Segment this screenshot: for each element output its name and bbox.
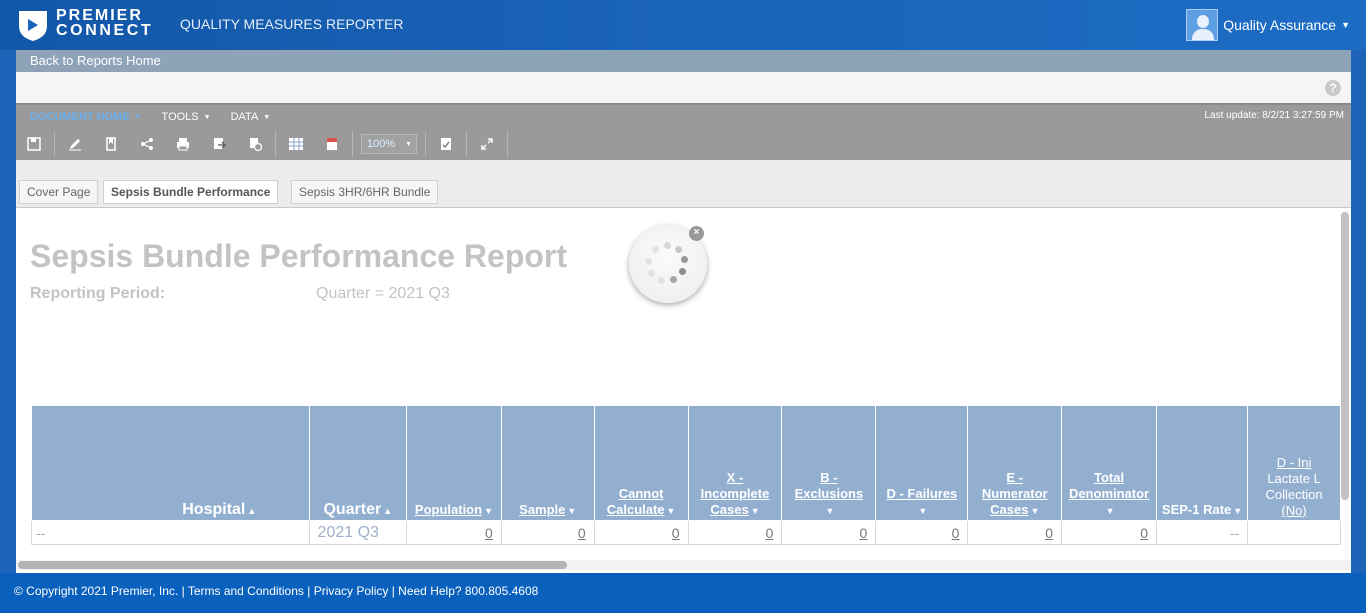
cell-population[interactable]: 0	[406, 520, 502, 545]
share-icon[interactable]	[129, 128, 165, 160]
top-header: PREMIER CONNECT QUALITY MEASURES REPORTE…	[0, 0, 1366, 50]
pdf-icon[interactable]	[314, 128, 350, 160]
menu-data[interactable]: DATA ▼	[221, 111, 281, 123]
sort-desc-icon: ▼	[484, 506, 493, 516]
refresh-icon[interactable]	[428, 128, 464, 160]
cell-hospital: --	[31, 520, 310, 545]
back-to-reports-link[interactable]: Back to Reports Home	[16, 50, 1351, 72]
terms-link[interactable]: Terms and Conditions	[188, 584, 304, 598]
cell-failures[interactable]: 0	[875, 520, 969, 545]
col-initial-lactate-collection[interactable]: D - Ini Lactate L Collection (No)	[1247, 405, 1341, 521]
cell-exclusions[interactable]: 0	[781, 520, 877, 545]
tab-sepsis-3hr-6hr-bundle[interactable]: Sepsis 3HR/6HR Bundle	[291, 180, 439, 204]
menu-document-home[interactable]: DOCUMENT HOME ▼	[16, 111, 152, 123]
report-table: Hospital ▲ Quarter ▲ Population ▼ Sample ▼ C…	[31, 405, 1341, 545]
print-icon[interactable]	[165, 128, 201, 160]
report-tabs: Cover Page Sepsis Bundle Performance Sep…	[16, 160, 1351, 208]
export-icon[interactable]	[201, 128, 237, 160]
chevron-down-icon: ▼	[1341, 20, 1350, 30]
copyright-text: © Copyright 2021 Premier, Inc.	[14, 584, 179, 598]
app-name: QUALITY MEASURES REPORTER	[180, 16, 404, 32]
horizontal-scrollbar[interactable]	[16, 560, 1351, 570]
sort-desc-icon: ▼	[1233, 506, 1243, 516]
cell-incomplete-cases[interactable]: 0	[687, 520, 783, 545]
col-failures[interactable]: D - Failures ▼	[875, 405, 969, 521]
col-numerator-cases[interactable]: E - Numerator Cases ▼	[967, 405, 1063, 521]
menu-bar: DOCUMENT HOME ▼ TOOLS ▼ DATA ▼ Last update:…	[16, 103, 1351, 128]
user-menu[interactable]: Quality Assurance ▼	[1186, 8, 1350, 42]
cell-total-denominator[interactable]: 0	[1061, 520, 1158, 545]
footer: © Copyright 2021 Premier, Inc. | Terms a…	[0, 573, 1366, 613]
privacy-link[interactable]: Privacy Policy	[314, 584, 389, 598]
col-sep1-rate[interactable]: SEP-1 Rate ▼	[1156, 405, 1249, 521]
fullscreen-icon[interactable]	[469, 128, 505, 160]
user-name: Quality Assurance	[1223, 17, 1337, 33]
zoom-value: 100%	[367, 138, 396, 150]
premier-logo-icon	[19, 11, 47, 41]
sort-desc-icon: ▼	[750, 506, 760, 516]
edit-icon[interactable]	[57, 128, 93, 160]
bookmark-icon[interactable]	[93, 128, 129, 160]
sort-asc-icon: ▲	[383, 506, 393, 516]
cell-sep1-rate: --	[1156, 520, 1249, 545]
sort-desc-icon: ▼	[1030, 506, 1040, 516]
sort-desc-icon: ▼	[1105, 506, 1115, 516]
col-total-denominator[interactable]: Total Denominator ▼	[1061, 405, 1158, 521]
col-exclusions[interactable]: B - Exclusions ▼	[781, 405, 877, 521]
cell-numerator-cases[interactable]: 0	[967, 520, 1063, 545]
tab-cover-page[interactable]: Cover Page	[19, 180, 99, 204]
col-population[interactable]: Population ▼	[406, 405, 502, 521]
tab-sepsis-bundle-performance[interactable]: Sepsis Bundle Performance	[103, 180, 279, 204]
help-row: ?	[16, 72, 1351, 103]
toolbar: 100% ▼	[16, 128, 1351, 160]
cell-cannot-calculate[interactable]: 0	[593, 520, 689, 545]
report-table-wrapper: Hospital ▲ Quarter ▲ Population ▼ Sample ▼ C…	[31, 405, 1341, 547]
col-hospital[interactable]: Hospital ▲	[31, 405, 310, 521]
col-quarter[interactable]: Quarter ▲	[308, 405, 408, 521]
zoom-select[interactable]: 100% ▼	[361, 134, 417, 154]
vertical-scrollbar[interactable]	[1341, 212, 1349, 500]
help-text: Need Help? 800.805.4608	[398, 584, 539, 598]
main-panel: Back to Reports Home ? DOCUMENT HOME ▼ TO…	[16, 50, 1351, 573]
cell-sample[interactable]: 0	[500, 520, 595, 545]
table-row: -- 2021 Q3 0 0 0 0 0 0 0 0 --	[31, 520, 1341, 545]
sort-desc-icon: ▼	[825, 506, 835, 516]
sort-asc-icon: ▲	[247, 506, 257, 516]
report-title: Sepsis Bundle Performance Report	[30, 238, 568, 274]
save-icon[interactable]	[16, 128, 52, 160]
table-header-row: Hospital ▲ Quarter ▲ Population ▼ Sample ▼ C…	[31, 405, 1341, 521]
close-icon[interactable]: ×	[689, 226, 704, 241]
col-sample[interactable]: Sample ▼	[500, 405, 595, 521]
col-incomplete-cases[interactable]: X - Incomplete Cases ▼	[687, 405, 783, 521]
brand-line-connect: CONNECT	[56, 22, 154, 39]
scrollbar-thumb[interactable]	[18, 561, 567, 569]
reporting-period-value: Quarter = 2021 Q3	[316, 285, 450, 302]
brand-line-premier: PREMIER	[56, 7, 143, 24]
chevron-down-icon: ▼	[405, 140, 412, 148]
schedule-icon[interactable]	[237, 128, 273, 160]
cell-initial-lactate	[1247, 520, 1341, 545]
cell-quarter: 2021 Q3	[308, 520, 408, 545]
reporting-period-label: Reporting Period:	[30, 285, 166, 302]
brand-name[interactable]: PREMIER CONNECT	[56, 7, 154, 39]
excel-icon[interactable]	[278, 128, 314, 160]
sort-desc-icon: ▼	[666, 506, 676, 516]
menu-tools[interactable]: TOOLS ▼	[152, 111, 221, 123]
col-cannot-calculate[interactable]: Cannot Calculate ▼	[593, 405, 689, 521]
sort-desc-icon: ▼	[567, 506, 577, 516]
last-update: Last update: 8/2/21 3:27:59 PM	[1204, 110, 1344, 121]
avatar	[1186, 9, 1219, 41]
sort-desc-icon: ▼	[918, 506, 928, 516]
help-icon[interactable]: ?	[1325, 80, 1341, 96]
